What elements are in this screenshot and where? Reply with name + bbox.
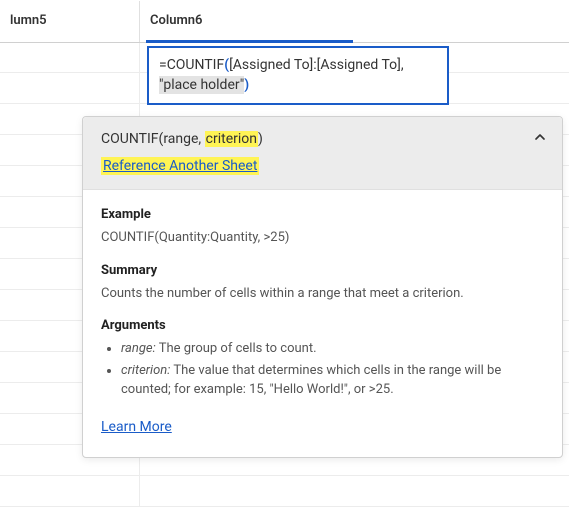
spreadsheet-grid: lumn5 Column6 xyxy=(0,0,569,43)
arguments-heading: Arguments xyxy=(101,317,544,336)
example-heading: Example xyxy=(101,206,544,225)
formula-close-paren: ) xyxy=(244,77,249,93)
function-signature: COUNTIF(range, criterion) xyxy=(101,131,544,147)
sig-sep: , xyxy=(198,131,204,147)
formula-range-ref: [Assigned To]:[Assigned To] xyxy=(229,57,401,73)
summary-text: Counts the number of cells within a rang… xyxy=(101,285,544,304)
formula-criterion-str: "place holder" xyxy=(159,76,244,94)
formula-equals: = xyxy=(159,57,167,73)
sig-criterion: criterion xyxy=(205,131,258,147)
column-header-5[interactable]: lumn5 xyxy=(0,1,140,42)
sig-fn: COUNTIF xyxy=(101,131,159,147)
column-header-6[interactable]: Column6 xyxy=(140,1,353,42)
function-help-tooltip: COUNTIF(range, criterion) Reference Anot… xyxy=(82,116,563,458)
formula-function-name: COUNTIF xyxy=(167,57,225,73)
chevron-up-icon xyxy=(532,129,548,149)
formula-comma: , xyxy=(401,57,404,73)
example-text: COUNTIF(Quantity:Quantity, >25) xyxy=(101,229,544,248)
summary-heading: Summary xyxy=(101,262,544,281)
tooltip-body: Example COUNTIF(Quantity:Quantity, >25) … xyxy=(83,190,562,457)
argument-item: criterion: The value that determines whi… xyxy=(121,362,544,400)
formula-editor-cell[interactable]: =COUNTIF([Assigned To]:[Assigned To], "p… xyxy=(147,46,449,105)
arg-name-criterion: criterion: xyxy=(121,363,170,378)
learn-more-link[interactable]: Learn More xyxy=(101,417,172,441)
arg-name-range: range: xyxy=(121,341,156,356)
arg-text-range: The group of cells to count. xyxy=(156,341,317,356)
sig-range: range xyxy=(163,131,198,147)
header-row: lumn5 Column6 xyxy=(0,1,569,43)
arguments-list: range: The group of cells to count. crit… xyxy=(101,340,544,400)
tooltip-header: COUNTIF(range, criterion) Reference Anot… xyxy=(83,117,562,190)
reference-another-sheet-link[interactable]: Reference Another Sheet xyxy=(101,157,259,175)
argument-item: range: The group of cells to count. xyxy=(121,340,544,359)
sig-close: ) xyxy=(258,131,263,147)
collapse-tooltip-button[interactable] xyxy=(530,129,550,149)
arg-text-criterion: The value that determines which cells in… xyxy=(121,363,501,397)
